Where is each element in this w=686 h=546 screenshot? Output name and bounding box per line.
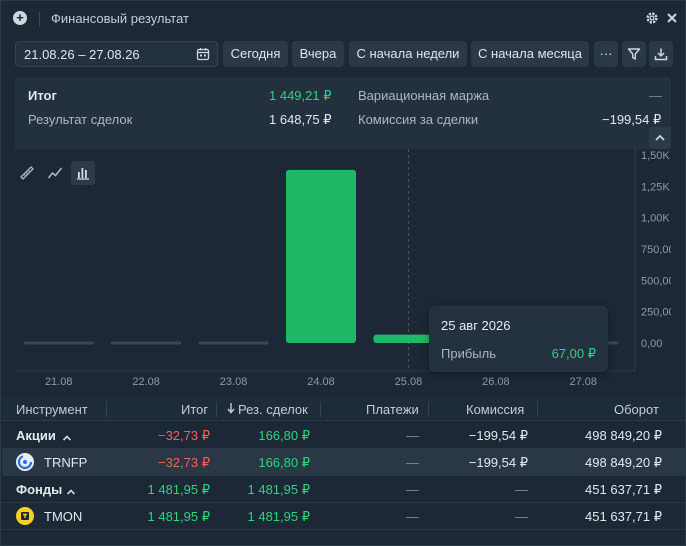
- period-toolbar: 21.08.26 – 27.08.26 Сегодня Вчера С нача…: [1, 39, 685, 69]
- total-value: 1 449,21 ₽: [269, 88, 332, 103]
- date-range-field[interactable]: 21.08.26 – 27.08.26: [15, 41, 218, 67]
- total-label: Итог: [28, 88, 57, 103]
- cell-fee: —: [515, 482, 528, 497]
- window-title: Финансовый результат: [51, 11, 189, 26]
- tooltip-label: Прибыль: [441, 346, 496, 361]
- y-tick-label: 0,00: [641, 338, 662, 350]
- chevron-up-icon[interactable]: [62, 430, 72, 445]
- gear-icon[interactable]: [645, 11, 659, 25]
- col-divider: [537, 401, 538, 417]
- cell-total: 1 481,95 ₽: [147, 482, 211, 497]
- table-row-tmon[interactable]: TMON 1 481,95 ₽ 1 481,95 ₽ — — 451 637,7…: [2, 503, 685, 530]
- cell-payments: —: [406, 455, 419, 470]
- col-turnover[interactable]: Оборот: [614, 402, 659, 417]
- cell-trades: 166,80 ₽: [258, 428, 310, 443]
- fee-value: −199,54 ₽: [602, 112, 662, 127]
- y-tick-label: 750,00: [641, 244, 671, 256]
- y-tick-label: 250,00: [641, 307, 671, 319]
- cell-turnover: 498 849,20 ₽: [585, 455, 662, 470]
- cell-payments: —: [406, 509, 419, 524]
- y-tick-label: 1,00K: [641, 213, 670, 225]
- table-header: Инструмент Итог Рез. сделок Платежи Коми…: [2, 397, 685, 421]
- x-tick-label: 21.08: [45, 376, 73, 388]
- summary-panel: Итог 1 449,21 ₽ Результат сделок 1 648,7…: [15, 77, 671, 149]
- y-tick-label: 1,25K: [641, 181, 670, 193]
- cell-total: −32,73 ₽: [157, 455, 210, 470]
- cell-turnover: 451 637,71 ₽: [585, 509, 662, 524]
- x-tick-label: 27.08: [570, 376, 598, 388]
- table-row-group-funds[interactable]: Фонды 1 481,95 ₽ 1 481,95 ₽ — — 451 637,…: [2, 476, 685, 503]
- x-tick-label: 24.08: [307, 376, 335, 388]
- col-instrument[interactable]: Инструмент: [16, 402, 88, 417]
- cell-trades: 1 481,95 ₽: [247, 482, 311, 497]
- download-button[interactable]: [649, 41, 673, 67]
- fee-label: Комиссия за сделки: [358, 112, 479, 127]
- y-tick-label: 1,50K: [641, 150, 670, 162]
- download-icon: [654, 48, 668, 61]
- chevron-up-icon: [655, 134, 665, 141]
- table-row-group-stocks[interactable]: Акции −32,73 ₽ 166,80 ₽ — −199,54 ₽ 498 …: [2, 422, 685, 449]
- x-tick-label: 22.08: [132, 376, 160, 388]
- cell-payments: —: [406, 482, 419, 497]
- yesterday-button[interactable]: Вчера: [292, 41, 344, 67]
- filter-icon: [627, 48, 641, 60]
- tooltip-date: 25 авг 2026: [441, 318, 511, 333]
- cell-turnover: 451 637,71 ₽: [585, 482, 662, 497]
- trades-result-label: Результат сделок: [28, 112, 133, 127]
- since-month-start-button[interactable]: С начала месяца: [471, 41, 589, 67]
- group-name: Акции: [16, 428, 56, 443]
- chart-tooltip: 25 авг 2026 Прибыль 67,00 ₽: [429, 306, 608, 372]
- tmon-logo-icon: [16, 507, 34, 525]
- col-divider: [320, 401, 321, 417]
- collapse-summary-button[interactable]: [649, 127, 671, 149]
- bar-21.08: [23, 341, 94, 345]
- calendar-icon[interactable]: [196, 47, 210, 61]
- col-divider: [216, 401, 217, 417]
- bar-22.08: [111, 341, 182, 345]
- filter-button[interactable]: [622, 41, 646, 67]
- variation-margin-label: Вариационная маржа: [358, 88, 490, 103]
- col-trades-result[interactable]: Рез. сделок: [238, 402, 308, 417]
- group-name: Фонды: [16, 482, 63, 497]
- col-divider: [106, 401, 107, 417]
- cell-total: 1 481,95 ₽: [147, 509, 211, 524]
- cell-fee: —: [515, 509, 528, 524]
- chevron-up-icon[interactable]: [66, 484, 76, 499]
- instrument-name: TMON: [44, 509, 83, 524]
- instrument-name: TRNFP: [44, 455, 88, 470]
- variation-margin-value: —: [649, 88, 662, 103]
- trades-result-value: 1 648,75 ₽: [269, 112, 332, 127]
- x-tick-label: 25.08: [395, 376, 423, 388]
- cell-fee: −199,54 ₽: [468, 428, 528, 443]
- title-divider: [39, 12, 40, 26]
- more-options-button[interactable]: ···: [594, 41, 618, 67]
- col-total[interactable]: Итог: [181, 402, 208, 417]
- bar-24.08: [286, 169, 356, 343]
- cell-trades: 1 481,95 ₽: [247, 509, 311, 524]
- close-icon[interactable]: [665, 11, 679, 25]
- y-tick-label: 500,00: [641, 275, 671, 287]
- cell-fee: −199,54 ₽: [468, 455, 528, 470]
- financial-result-window: + Финансовый результат 21.08.26 – 27.08.…: [0, 0, 686, 546]
- today-button[interactable]: Сегодня: [223, 41, 288, 67]
- trnfp-logo-icon: [16, 453, 34, 471]
- cell-total: −32,73 ₽: [157, 428, 210, 443]
- sort-desc-icon[interactable]: [226, 402, 236, 417]
- since-week-start-button[interactable]: С начала недели: [349, 41, 467, 67]
- col-divider: [428, 401, 429, 417]
- table-row-trnfp[interactable]: TRNFP −32,73 ₽ 166,80 ₽ — −199,54 ₽ 498 …: [2, 449, 685, 476]
- col-payments[interactable]: Платежи: [366, 402, 419, 417]
- x-tick-label: 23.08: [220, 376, 248, 388]
- cell-turnover: 498 849,20 ₽: [585, 428, 662, 443]
- tooltip-value: 67,00 ₽: [551, 346, 596, 361]
- title-bar: + Финансовый результат: [1, 1, 685, 35]
- date-range-value: 21.08.26 – 27.08.26: [24, 47, 140, 62]
- cell-payments: —: [406, 428, 419, 443]
- cell-trades: 166,80 ₽: [258, 455, 310, 470]
- add-widget-icon[interactable]: +: [13, 11, 27, 25]
- bar-23.08: [198, 341, 269, 345]
- x-tick-label: 26.08: [482, 376, 510, 388]
- col-fee[interactable]: Комиссия: [466, 402, 524, 417]
